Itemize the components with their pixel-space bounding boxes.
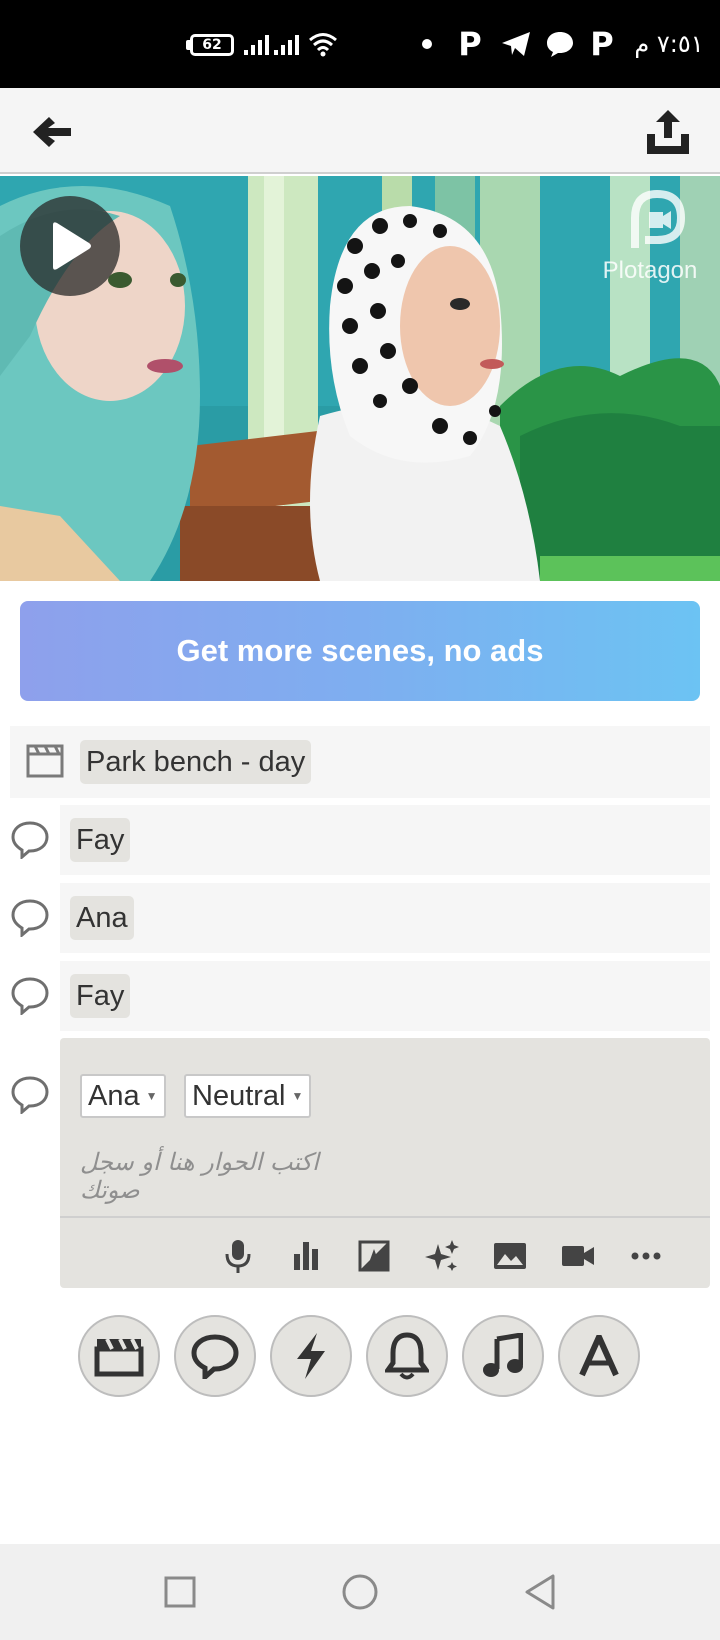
scene-row[interactable]: Park bench - day — [10, 726, 710, 798]
arrow-left-icon — [33, 117, 71, 147]
dropdown-caret-icon: ▼ — [291, 1089, 304, 1103]
add-dialogue-button[interactable] — [174, 1315, 256, 1397]
video-camera-icon — [562, 1246, 594, 1266]
bell-icon — [385, 1332, 429, 1380]
character-chip[interactable]: Ana — [70, 896, 134, 940]
share-upload-icon — [647, 110, 689, 154]
more-icon — [631, 1252, 661, 1260]
dialogue-row[interactable]: Fay — [60, 961, 710, 1031]
add-music-button[interactable] — [462, 1315, 544, 1397]
speech-bubble-icon — [11, 1076, 49, 1114]
speech-bubble-icon — [11, 821, 49, 859]
home-circle-icon — [342, 1574, 378, 1610]
back-triangle-icon — [525, 1574, 555, 1610]
dropdown-caret-icon: ▼ — [145, 1089, 158, 1103]
dialogue-input[interactable]: اكتب الحوار هنا أو سجل صوتك — [80, 1148, 380, 1204]
voice-levels-button[interactable] — [284, 1234, 328, 1278]
watermark-text: Plotagon — [602, 257, 698, 284]
add-scene-button[interactable] — [78, 1315, 160, 1397]
play-icon — [53, 222, 91, 270]
plotagon-watermark: Plotagon — [590, 188, 710, 285]
status-bar: 62 P P ٧:٥١ م — [0, 0, 720, 88]
microphone-icon — [225, 1240, 251, 1273]
app-p-icon: P — [458, 25, 482, 63]
signal-icon — [274, 26, 299, 62]
add-sound-effect-button[interactable] — [366, 1315, 448, 1397]
contrast-icon — [358, 1240, 390, 1272]
microphone-button[interactable] — [216, 1234, 260, 1278]
editor-divider — [60, 1216, 710, 1218]
recents-button[interactable] — [160, 1572, 200, 1612]
scene-location-chip[interactable]: Park bench - day — [80, 740, 312, 784]
scene-preview[interactable]: Plotagon — [0, 176, 720, 581]
signal-icon — [244, 26, 269, 62]
dialogue-row[interactable]: Ana — [60, 883, 710, 953]
more-button[interactable] — [624, 1234, 668, 1278]
add-text-button[interactable] — [558, 1315, 640, 1397]
chat-app-icon — [544, 26, 576, 62]
character-chip[interactable]: Fay — [70, 818, 131, 862]
app-screen: 62 P P ٧:٥١ م Plotagon Get more scenes, … — [0, 0, 720, 1640]
text-a-icon — [579, 1335, 619, 1377]
character-select-value: Ana — [88, 1079, 140, 1112]
play-button[interactable] — [20, 196, 120, 296]
music-note-icon — [483, 1333, 523, 1377]
bar-chart-icon — [294, 1242, 318, 1270]
back-button[interactable] — [28, 108, 76, 156]
character-select[interactable]: Ana ▼ — [80, 1074, 166, 1118]
notification-dot-icon — [420, 26, 434, 62]
dialogue-row[interactable]: Fay — [60, 805, 710, 875]
speech-bubble-icon — [191, 1334, 239, 1379]
effects-button[interactable] — [420, 1234, 464, 1278]
battery-level: 62 — [202, 37, 222, 53]
speech-bubble-icon — [11, 977, 49, 1015]
sparkles-icon — [425, 1240, 459, 1271]
top-app-bar — [0, 88, 720, 174]
video-button[interactable] — [556, 1234, 600, 1278]
telegram-icon — [500, 26, 532, 62]
battery-icon: 62 — [190, 34, 234, 56]
image-button[interactable] — [488, 1234, 532, 1278]
get-more-scenes-button[interactable]: Get more scenes, no ads — [20, 601, 700, 701]
plotagon-logo-icon — [631, 189, 686, 248]
wifi-icon — [306, 26, 340, 62]
clapperboard-icon — [26, 744, 64, 778]
character-chip[interactable]: Fay — [70, 974, 131, 1018]
speech-bubble-icon — [11, 899, 49, 937]
app-p-icon: P — [590, 25, 614, 63]
lightning-icon — [297, 1333, 325, 1379]
share-button[interactable] — [640, 104, 696, 160]
add-action-button[interactable] — [270, 1315, 352, 1397]
filter-button[interactable] — [352, 1234, 396, 1278]
emotion-select-value: Neutral — [192, 1079, 286, 1112]
clapperboard-icon — [94, 1338, 144, 1377]
dialogue-editor: Ana ▼ Neutral ▼ اكتب الحوار هنا أو سجل صوت… — [60, 1038, 710, 1288]
system-nav-bar — [0, 1544, 720, 1640]
system-back-button[interactable] — [520, 1572, 560, 1612]
home-button[interactable] — [340, 1572, 380, 1612]
image-icon — [494, 1243, 526, 1269]
recents-square-icon — [164, 1576, 196, 1608]
emotion-select[interactable]: Neutral ▼ — [184, 1074, 312, 1118]
clock: ٧:٥١ م — [634, 30, 704, 58]
